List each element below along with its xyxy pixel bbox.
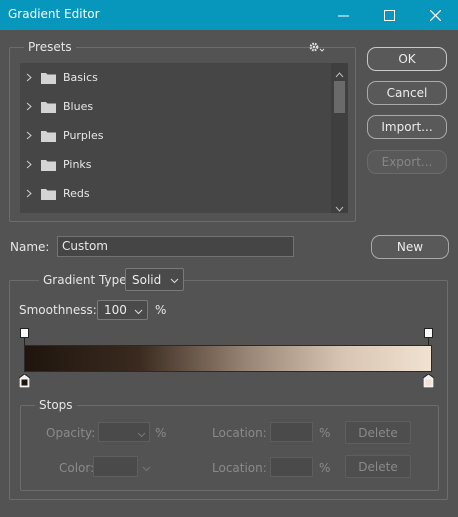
opacity-location-label: Location:: [212, 426, 267, 440]
gradient-type-label: Gradient Type:: [39, 273, 135, 287]
chevron-down-icon: [137, 428, 146, 442]
scrollbar-thumb[interactable]: [334, 81, 345, 113]
gradient-preview-bar[interactable]: [24, 345, 432, 372]
color-stop-left[interactable]: [18, 373, 31, 389]
chevron-down-icon[interactable]: [142, 462, 151, 476]
color-label: Color:: [59, 461, 95, 475]
folder-icon: [41, 130, 56, 142]
folder-icon: [41, 188, 56, 200]
opacity-stop-right-stem: [428, 338, 429, 345]
close-icon: [429, 9, 441, 21]
name-label: Name:: [10, 240, 50, 254]
preset-folder-reds[interactable]: Reds: [20, 179, 330, 208]
preset-folder-pinks[interactable]: Pinks: [20, 150, 330, 179]
presets-menu-button[interactable]: [308, 40, 330, 54]
name-input[interactable]: Custom: [57, 236, 294, 257]
color-stop-right[interactable]: [422, 373, 435, 389]
opacity-label: Opacity:: [46, 426, 96, 440]
stops-group: [20, 405, 439, 491]
preset-label: Purples: [63, 129, 104, 142]
delete-opacity-stop-button[interactable]: Delete: [345, 421, 411, 444]
presets-list[interactable]: Basics Blues Purples Pinks Reds: [20, 63, 348, 213]
chevron-right-icon[interactable]: [26, 73, 36, 82]
opacity-unit: %: [155, 426, 167, 440]
cancel-button[interactable]: Cancel: [367, 81, 447, 105]
chevron-right-icon[interactable]: [26, 189, 36, 198]
opacity-input[interactable]: [98, 422, 150, 442]
window-title: Gradient Editor: [8, 7, 100, 21]
export-button[interactable]: Export...: [367, 150, 447, 174]
opacity-location-unit: %: [319, 426, 331, 440]
color-location-unit: %: [319, 461, 331, 475]
smoothness-value: 100: [104, 303, 127, 317]
preset-folder-basics[interactable]: Basics: [20, 63, 330, 92]
new-button[interactable]: New: [371, 235, 449, 259]
scroll-down-icon[interactable]: [335, 201, 344, 215]
opacity-location-input[interactable]: [270, 422, 313, 442]
scroll-up-icon[interactable]: [335, 67, 344, 81]
smoothness-unit: %: [155, 303, 167, 317]
preset-folder-blues[interactable]: Blues: [20, 92, 330, 121]
opacity-stop-right[interactable]: [424, 328, 433, 338]
smoothness-input[interactable]: 100: [97, 300, 148, 320]
color-stop-left-swatch: [21, 379, 28, 386]
minimize-button[interactable]: [320, 0, 366, 30]
stops-legend: Stops: [35, 398, 77, 412]
gradient-type-select[interactable]: Solid: [125, 268, 184, 291]
delete-color-stop-button[interactable]: Delete: [345, 455, 411, 478]
maximize-button[interactable]: [366, 0, 412, 30]
color-location-label: Location:: [212, 461, 267, 475]
chevron-right-icon[interactable]: [26, 102, 36, 111]
folder-icon: [41, 101, 56, 113]
opacity-stop-left-stem: [24, 338, 25, 345]
gradient-type-value: Solid: [132, 272, 162, 287]
folder-icon: [41, 72, 56, 84]
smoothness-label: Smoothness:: [19, 303, 97, 317]
color-stop-right-swatch: [425, 379, 432, 386]
folder-icon: [41, 159, 56, 171]
close-button[interactable]: [412, 0, 458, 30]
gear-icon: [309, 42, 325, 52]
import-button[interactable]: Import...: [367, 115, 447, 139]
preset-label: Pinks: [63, 158, 92, 171]
chevron-right-icon[interactable]: [26, 160, 36, 169]
color-location-input[interactable]: [270, 457, 313, 477]
minimize-icon: [337, 15, 349, 16]
preset-folder-purples[interactable]: Purples: [20, 121, 330, 150]
chevron-down-icon: [170, 274, 179, 288]
preset-label: Blues: [63, 100, 94, 113]
presets-legend: Presets: [24, 40, 76, 54]
preset-label: Basics: [63, 71, 98, 84]
chevron-down-icon[interactable]: [134, 305, 143, 319]
opacity-stop-left[interactable]: [20, 328, 29, 338]
chevron-right-icon[interactable]: [26, 131, 36, 140]
maximize-icon: [383, 9, 395, 21]
ok-button[interactable]: OK: [367, 47, 447, 71]
color-swatch-input[interactable]: [93, 456, 138, 477]
preset-label: Reds: [63, 187, 90, 200]
